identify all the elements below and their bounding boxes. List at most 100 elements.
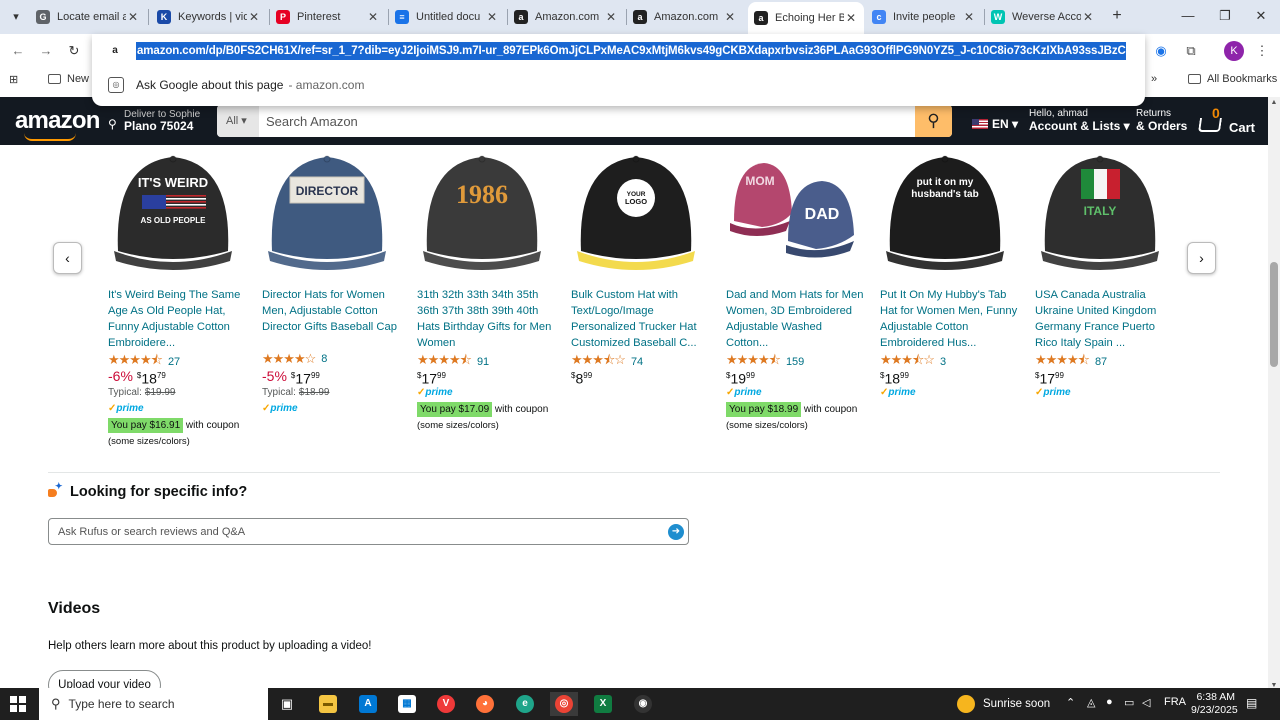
firefox-icon[interactable]: ◕ bbox=[471, 692, 499, 716]
product-title-link[interactable]: Dad and Mom Hats for Men Women, 3D Embro… bbox=[726, 287, 864, 351]
maximize-button[interactable]: ❐ bbox=[1208, 4, 1242, 28]
close-window-button[interactable]: ✕ bbox=[1244, 4, 1278, 28]
address-bar[interactable]: a amazon.com/dp/B0FS2CH61X/ref=sr_1_7?di… bbox=[92, 38, 1145, 64]
ask-google-suggestion[interactable]: ◎ Ask Google about this page - amazon.co… bbox=[92, 72, 1145, 98]
tab-close-icon[interactable]: ✕ bbox=[247, 10, 261, 24]
browser-tab[interactable]: ≡ Untitled docu ✕ bbox=[389, 4, 505, 30]
rufus-submit-arrow-icon[interactable]: ➜ bbox=[668, 524, 684, 540]
vivaldi-browser-icon[interactable]: V bbox=[432, 692, 460, 716]
network-icon[interactable]: ◬ bbox=[1087, 696, 1095, 709]
browser-tab[interactable]: a Amazon.com ✕ bbox=[627, 4, 743, 30]
input-language-indicator[interactable]: FRA bbox=[1164, 696, 1186, 708]
browser-tab[interactable]: c Invite people ✕ bbox=[866, 4, 982, 30]
bookmark-new-folder[interactable]: New bbox=[48, 73, 89, 85]
browser-tab[interactable]: a Amazon.com ✕ bbox=[508, 4, 624, 30]
file-explorer-icon[interactable]: ▬ bbox=[314, 692, 342, 716]
pinterest-icon: P bbox=[276, 10, 290, 24]
search-category-dropdown[interactable]: All ▾ bbox=[217, 105, 259, 137]
rufus-search-input[interactable] bbox=[49, 519, 659, 544]
language-selector[interactable]: EN ▾ bbox=[972, 117, 1018, 131]
tab-close-icon[interactable]: ✕ bbox=[604, 10, 618, 24]
volume-icon[interactable]: ◁ bbox=[1142, 696, 1150, 709]
profile-avatar[interactable]: K bbox=[1224, 41, 1244, 61]
product-title-link[interactable]: Bulk Custom Hat with Text/Logo/Image Per… bbox=[571, 287, 709, 351]
carousel-next-button[interactable]: › bbox=[1187, 242, 1216, 274]
product-image-1986-hat[interactable]: 1986 bbox=[417, 145, 547, 275]
reload-button[interactable]: ↻ bbox=[64, 41, 84, 61]
returns-and-orders[interactable]: Returns & Orders bbox=[1136, 108, 1187, 133]
more-bookmarks-chevron-icon[interactable]: » bbox=[1151, 73, 1157, 85]
browser-tab[interactable]: G Locate email a ✕ bbox=[30, 4, 146, 30]
edge-browser-icon[interactable]: e bbox=[511, 692, 539, 716]
battery-icon[interactable]: ▭ bbox=[1124, 696, 1134, 709]
notifications-icon[interactable]: ▤ bbox=[1246, 696, 1257, 710]
tab-close-icon[interactable]: ✕ bbox=[126, 10, 140, 24]
product-rating[interactable]: ★★★★☆ 8 bbox=[262, 351, 327, 367]
tab-close-icon[interactable]: ✕ bbox=[366, 10, 380, 24]
tab-close-icon[interactable]: ✕ bbox=[723, 10, 737, 24]
taskbar-search-box[interactable]: ⚲ Type here to search bbox=[39, 688, 268, 720]
browser-menu-icon[interactable]: ⋮ bbox=[1251, 40, 1273, 62]
price-fraction: 99 bbox=[310, 371, 320, 380]
product-title-link[interactable]: It's Weird Being The Same Age As Old Peo… bbox=[108, 287, 246, 351]
product-title-link[interactable]: 31th 32th 33th 34th 35th 36th 37th 38th … bbox=[417, 287, 555, 351]
browser-tab[interactable]: W Weverse Acco ✕ bbox=[985, 4, 1101, 30]
chrome-taskbar-icon[interactable]: ◎ bbox=[550, 692, 578, 716]
page-scrollbar[interactable]: ▲ ▼ bbox=[1268, 97, 1280, 692]
review-count: 27 bbox=[167, 356, 181, 368]
ask-google-label: Ask Google about this page bbox=[136, 78, 284, 92]
product-image-weird-hat[interactable]: IT'S WEIRD AS OLD PEOPLE bbox=[108, 145, 238, 275]
carousel-prev-button[interactable]: ‹ bbox=[53, 242, 82, 274]
tab-close-icon[interactable]: ✕ bbox=[844, 11, 858, 25]
product-price: $1999 bbox=[726, 370, 755, 387]
extensions-puzzle-icon[interactable]: ⧉ bbox=[1180, 40, 1202, 62]
product-image-director-hat[interactable]: DIRECTOR bbox=[262, 145, 392, 275]
excel-icon[interactable]: X bbox=[589, 692, 617, 716]
scroll-up-arrow-icon[interactable]: ▲ bbox=[1268, 97, 1280, 109]
product-title-link[interactable]: USA Canada Australia Ukraine United King… bbox=[1035, 287, 1173, 351]
svg-text:ITALY: ITALY bbox=[1084, 204, 1117, 218]
price-whole: 17 bbox=[295, 370, 311, 387]
product-image-italy-hat[interactable]: ITALY bbox=[1035, 145, 1165, 275]
show-hidden-icons-chevron-icon[interactable]: ⌃ bbox=[1066, 696, 1075, 709]
windows-start-icon[interactable] bbox=[10, 696, 26, 712]
review-count: 91 bbox=[476, 356, 490, 368]
new-tab-button[interactable]: + bbox=[1107, 6, 1127, 26]
tab-close-icon[interactable]: ✕ bbox=[1081, 10, 1095, 24]
tab-close-icon[interactable]: ✕ bbox=[485, 10, 499, 24]
typical-price: Typical: $18.99 bbox=[262, 387, 330, 398]
deliver-to-zip: Plano 75024 bbox=[124, 119, 194, 133]
task-view-icon[interactable]: ▣ bbox=[273, 692, 301, 716]
microphone-icon[interactable]: ● bbox=[1106, 696, 1113, 708]
product-title-link[interactable]: Put It On My Hubby's Tab Hat for Women M… bbox=[880, 287, 1018, 351]
google-lens-toolbar-icon[interactable]: ◉ bbox=[1150, 40, 1172, 62]
account-and-lists[interactable]: Hello, ahmad Account & Lists ▾ bbox=[1029, 108, 1130, 133]
all-bookmarks-button[interactable]: All Bookmarks bbox=[1188, 73, 1277, 85]
apps-grid-icon[interactable]: ⊞ bbox=[9, 73, 18, 86]
search-submit-button[interactable]: ⚲ bbox=[915, 105, 952, 137]
taskbar-clock[interactable]: 6:38 AM 9/23/2025 bbox=[1191, 691, 1238, 717]
url-text-selected[interactable]: amazon.com/dp/B0FS2CH61X/ref=sr_1_7?dib=… bbox=[136, 42, 1126, 60]
microsoft-store-icon[interactable]: ▦ bbox=[393, 692, 421, 716]
product-image-mom-dad-hats[interactable]: DAD MOM bbox=[726, 145, 856, 275]
back-button[interactable]: ← bbox=[8, 41, 28, 61]
scrollbar-thumb[interactable] bbox=[1270, 262, 1278, 367]
obs-recorder-icon[interactable]: ◉ bbox=[629, 692, 657, 716]
product-title-link[interactable]: Director Hats for Women Men, Adjustable … bbox=[262, 287, 400, 335]
amazon-logo[interactable]: amazon bbox=[15, 107, 100, 135]
cart-button[interactable]: 0 Cart bbox=[1198, 105, 1259, 138]
price-whole: 17 bbox=[421, 370, 438, 387]
product-image-husbands-tab-hat[interactable]: put it on my husband's tab bbox=[880, 145, 1010, 275]
browser-tab[interactable]: P Pinterest ✕ bbox=[270, 4, 386, 30]
tab-title: Pinterest bbox=[297, 11, 341, 23]
amazon-search-input[interactable] bbox=[259, 105, 914, 137]
tab-close-icon[interactable]: ✕ bbox=[962, 10, 976, 24]
browser-tab[interactable]: K Keywords | vid ✕ bbox=[151, 4, 267, 30]
weather-widget[interactable]: Sunrise soon bbox=[957, 695, 1050, 713]
tab-search-chevron-icon[interactable]: ▾ bbox=[6, 7, 26, 27]
minimize-button[interactable]: — bbox=[1171, 4, 1205, 28]
browser-tab[interactable]: a Echoing Her B ✕ bbox=[748, 2, 864, 34]
forward-button[interactable]: → bbox=[36, 41, 56, 61]
azure-app-icon[interactable]: A bbox=[354, 692, 382, 716]
product-image-custom-logo-hat[interactable]: YOUR LOGO bbox=[571, 145, 701, 275]
